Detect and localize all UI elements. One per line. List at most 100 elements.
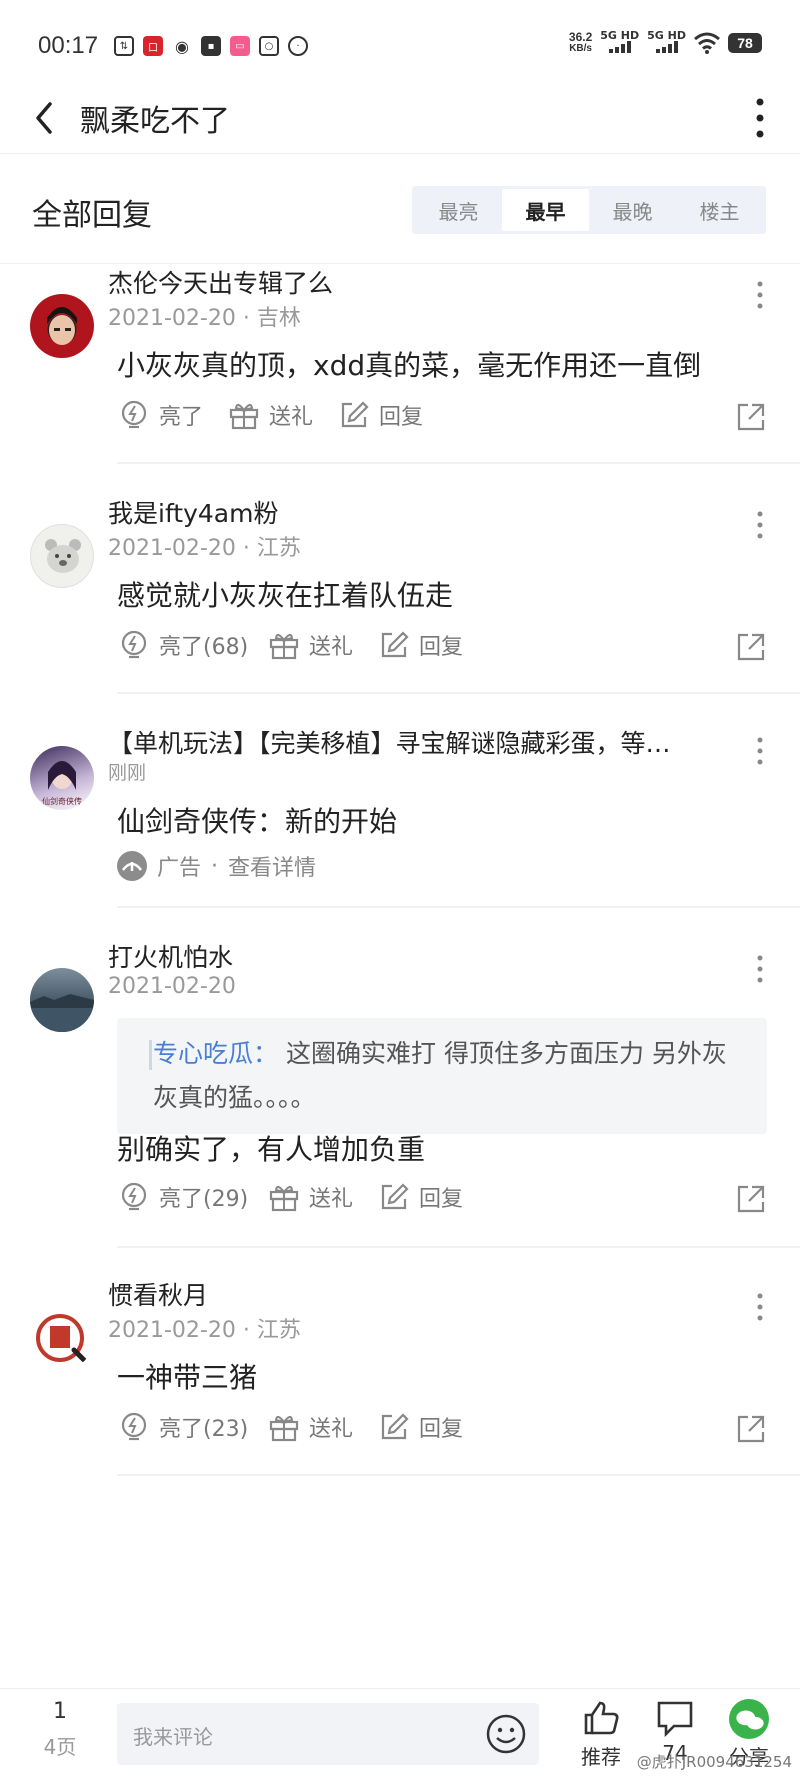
ad-item[interactable]: 仙剑奇侠传 【单机玩法】【完美移植】寻宝解谜隐藏彩蛋，等… 刚刚 仙剑奇侠传：新… — [0, 720, 800, 940]
more-options-icon[interactable] — [756, 954, 764, 984]
divider — [117, 462, 800, 464]
reply-actions: 亮了 送礼 回复 — [117, 398, 770, 438]
light-icon — [121, 1412, 147, 1441]
avatar[interactable] — [30, 294, 94, 358]
search-app-icon: ○ — [259, 36, 279, 56]
reply-item: 惯看秋月 2021-02-20 · 江苏 一神带三猪 亮了(23) 送礼 回复 — [0, 1276, 800, 1506]
weibo-icon: ◉ — [175, 36, 189, 56]
ad-time: 刚刚 — [108, 762, 147, 784]
page-title: 飘柔吃不了 — [80, 104, 230, 139]
ad-avatar[interactable]: 仙剑奇侠传 — [30, 746, 94, 810]
quote-author[interactable]: 专心吃瓜： — [153, 1039, 278, 1068]
more-options-icon[interactable] — [750, 94, 770, 142]
more-options-icon[interactable] — [756, 510, 764, 540]
ad-text: 仙剑奇侠传：新的开始 — [117, 805, 398, 838]
avatar-figure-icon — [47, 307, 77, 345]
tab-earliest[interactable]: 最早 — [502, 189, 589, 231]
gift-button[interactable]: 送礼 — [267, 1410, 353, 1444]
reply-button[interactable]: 回复 — [337, 398, 423, 432]
username[interactable]: 打火机怕水 — [108, 938, 233, 974]
light-button[interactable]: 亮了 — [117, 398, 203, 432]
tab-op-only[interactable]: 楼主 — [676, 189, 763, 231]
page-total[interactable]: 4页 — [30, 1731, 90, 1760]
reply-button[interactable]: 回复 — [377, 1410, 463, 1444]
comment-input[interactable]: 我来评论 — [117, 1703, 539, 1765]
comment-placeholder: 我来评论 — [133, 1725, 213, 1749]
post-date-location: 2021-02-20 · 江苏 — [108, 1318, 301, 1343]
username[interactable]: 杰伦今天出专辑了么 — [108, 264, 333, 300]
quoted-reply[interactable]: 专心吃瓜： 这圈确实难打 得顶住多方面压力 另外灰灰真的猛。。。。 — [117, 1018, 767, 1134]
post-date-location: 2021-02-20 · 吉林 — [108, 306, 301, 331]
avatar[interactable] — [30, 1306, 94, 1370]
light-button[interactable]: 亮了(68) — [117, 628, 248, 662]
ad-title[interactable]: 【单机玩法】【完美移植】寻宝解谜隐藏彩蛋，等… — [108, 724, 671, 760]
username[interactable]: 我是ifty4am粉 — [108, 494, 278, 530]
edit-icon — [381, 1413, 409, 1440]
ad-figure-icon: 仙剑奇侠传 — [42, 761, 82, 806]
back-arrow-icon[interactable] — [30, 100, 64, 136]
gift-button[interactable]: 送礼 — [227, 398, 313, 432]
edit-icon — [381, 631, 409, 658]
more-options-icon[interactable] — [756, 280, 764, 310]
bilibili-icon: ▭ — [230, 36, 250, 56]
light-icon — [121, 400, 147, 429]
gift-button[interactable]: 送礼 — [267, 628, 353, 662]
ad-brand-icon — [117, 851, 147, 881]
comment-bubble-icon — [657, 1701, 693, 1738]
gift-icon — [269, 634, 299, 660]
avatar[interactable] — [30, 524, 94, 588]
gift-icon — [269, 1416, 299, 1442]
light-button[interactable]: 亮了(29) — [117, 1180, 248, 1214]
divider — [117, 1474, 800, 1476]
status-bar: 00:17 ⇅ 口 ◉ ▪ ▭ ○ · 36.2 KB/s 5G HD 5G H… — [0, 0, 800, 90]
edit-icon — [381, 1183, 409, 1210]
post-date-location: 2021-02-20 · 江苏 — [108, 536, 301, 561]
reply-button[interactable]: 回复 — [377, 628, 463, 662]
app-red-icon: 口 — [143, 36, 163, 56]
share-icon[interactable] — [734, 400, 768, 434]
gift-button[interactable]: 送礼 — [267, 1180, 353, 1214]
post-date: 2021-02-20 — [108, 974, 236, 999]
bottom-bar: 1 4页 我来评论 推荐 74 分享 @虎扑JR0094631254 — [0, 1688, 800, 1778]
reply-actions: 亮了(23) 送礼 回复 — [117, 1410, 770, 1450]
reply-item: 我是ifty4am粉 2021-02-20 · 江苏 感觉就小灰灰在扛着队伍走 … — [0, 494, 800, 724]
tab-brightest[interactable]: 最亮 — [415, 189, 502, 231]
ad-label: 广告 — [157, 856, 202, 881]
wechat-icon: · — [288, 36, 308, 56]
share-icon[interactable] — [734, 1182, 768, 1216]
divider — [117, 1246, 800, 1248]
recommend-label: 推荐 — [581, 1745, 621, 1769]
emoji-icon[interactable] — [485, 1713, 527, 1755]
avatar-landscape-icon — [30, 994, 94, 1032]
thumbs-up-icon — [584, 1701, 619, 1735]
recommend-button[interactable]: 推荐 — [566, 1697, 636, 1770]
nav-bar: 飘柔吃不了 — [0, 82, 800, 154]
all-replies-title: 全部回复 — [32, 198, 152, 233]
ad-separator: · — [211, 853, 219, 879]
sort-tabs: 最亮 最早 最晚 楼主 — [412, 186, 766, 234]
wechat-share-icon — [729, 1699, 769, 1739]
share-icon[interactable] — [734, 1412, 768, 1446]
tab-latest[interactable]: 最晚 — [589, 189, 676, 231]
light-icon — [121, 1182, 147, 1211]
username[interactable]: 惯看秋月 — [108, 1276, 208, 1312]
ad-detail-link[interactable]: 查看详情 — [228, 850, 316, 882]
edit-icon — [341, 401, 369, 428]
reply-text: 小灰灰真的顶，xdd真的菜，毫无作用还一直倒 — [117, 349, 702, 382]
reply-button[interactable]: 回复 — [377, 1180, 463, 1214]
reply-item: 打火机怕水 2021-02-20 专心吃瓜： 这圈确实难打 得顶住多方面压力 另外… — [0, 938, 800, 1268]
light-button[interactable]: 亮了(23) — [117, 1410, 248, 1444]
share-icon[interactable] — [734, 630, 768, 664]
avatar[interactable] — [30, 968, 94, 1032]
reply-actions: 亮了(68) 送礼 回复 — [117, 628, 770, 668]
watermark-text: @虎扑JR0094631254 — [636, 1753, 792, 1771]
page-current[interactable]: 1 — [30, 1699, 90, 1724]
reply-sort-header: 全部回复 最亮 最早 最晚 楼主 — [0, 154, 800, 264]
reply-text: 感觉就小灰灰在扛着队伍走 — [117, 579, 454, 612]
signal-bars-icon — [608, 41, 631, 53]
ad-label-row: 广告 · 查看详情 — [117, 850, 316, 882]
more-options-icon[interactable] — [756, 736, 764, 766]
battery-icon: 78 — [728, 32, 762, 53]
more-options-icon[interactable] — [756, 1292, 764, 1322]
sync-icon: ⇅ — [114, 36, 134, 56]
